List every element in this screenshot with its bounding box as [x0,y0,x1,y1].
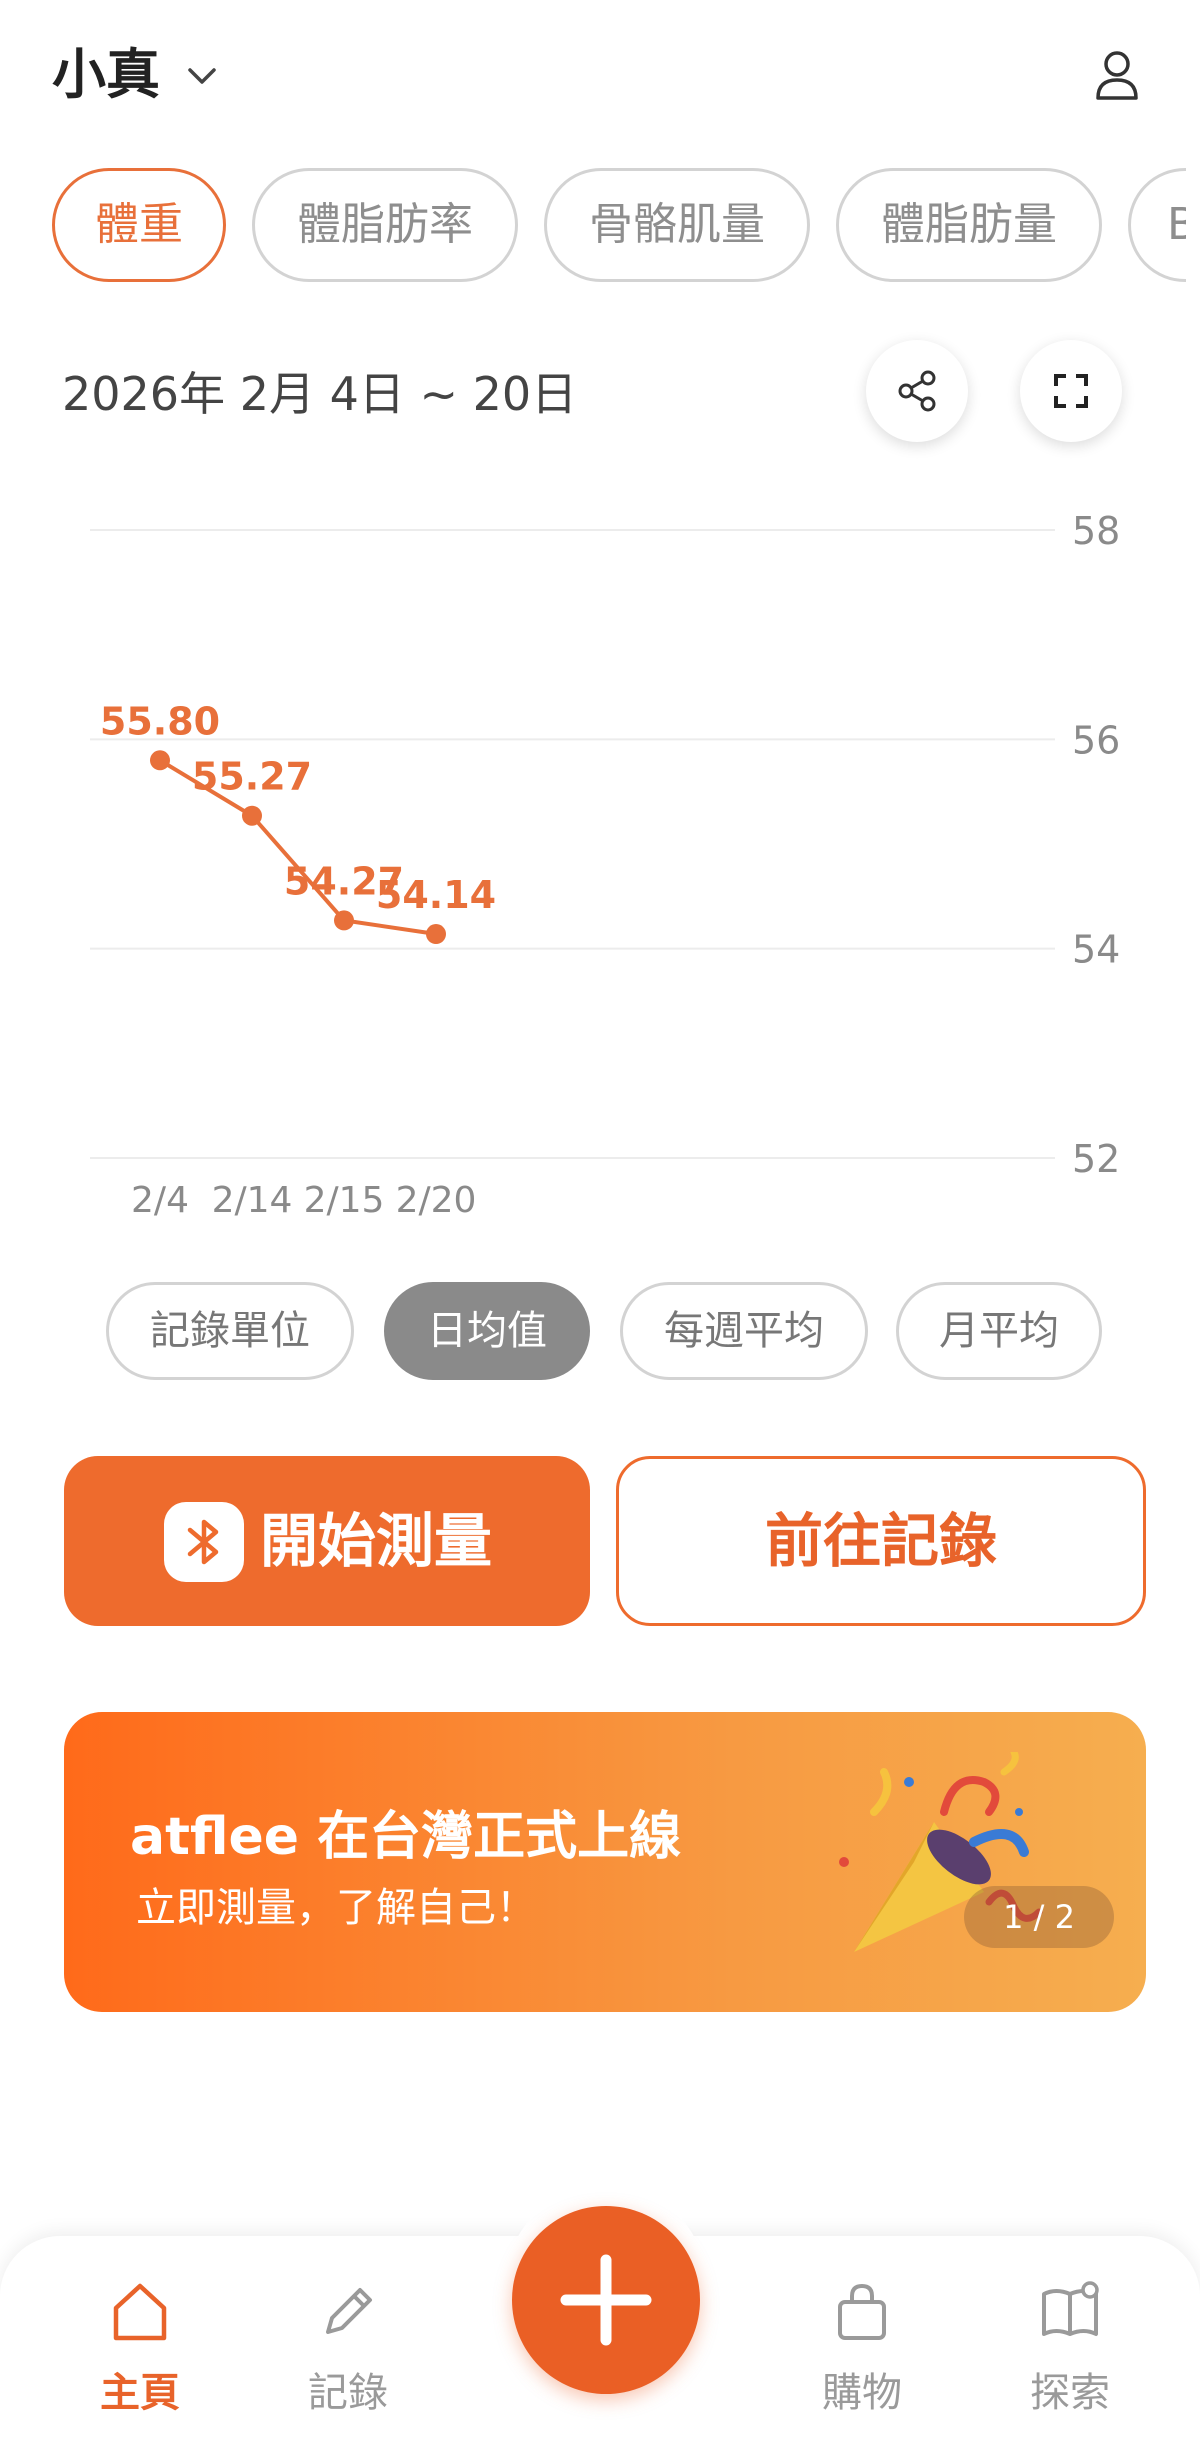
share-icon [898,370,936,412]
banner-subtitle: 立即測量，了解自己！ [136,1885,536,1931]
chart-x-tick-label: 2/14 [212,1180,293,1221]
chart-data-point [242,805,262,826]
bluetooth-icon [187,1519,219,1565]
metric-tab-skeletal-muscle[interactable]: 骨骼肌量 [544,168,810,282]
metric-tab-more[interactable]: B [1128,168,1186,282]
fullscreen-button[interactable] [1020,340,1122,442]
banner-title: atflee 在台灣正式上線 [130,1807,682,1867]
nav-label-records: 記錄 [308,2370,388,2416]
metric-tab-body-fat-mass[interactable]: 體脂肪量 [836,168,1102,282]
agg-tab-record-unit[interactable]: 記錄單位 [106,1282,354,1380]
agg-tab-monthly-average[interactable]: 月平均 [896,1282,1102,1380]
profile-name[interactable]: 小真 [52,40,160,110]
nav-label-home: 主頁 [100,2370,180,2416]
aggregation-tabs: 記錄單位 日均值 每週平均 月平均 [106,1282,1106,1380]
chart-data-point [426,924,446,945]
bluetooth-badge [164,1502,244,1582]
chart-x-tick-label: 2/20 [396,1180,477,1221]
pencil-icon [326,2288,372,2334]
chart-x-tick-label: 2/4 [131,1180,189,1221]
start-measure-label: 開始測量 [260,1507,493,1575]
chart-data-point [334,910,354,931]
metric-tab-body-fat-rate[interactable]: 體脂肪率 [252,168,518,282]
chart-x-tick-label: 2/15 [304,1180,385,1221]
nav-item-explore[interactable]: 探索 [995,2278,1145,2438]
nav-label-shopping: 購物 [822,2370,902,2416]
chart-data-label: 55.80 [100,699,220,743]
weight-line-chart: 5856545255.8055.2754.2754.142/4 2/14 2/15 2… [90,509,1120,1221]
nav-label-explore: 探索 [1030,2370,1110,2416]
chart-data-label: 55.27 [192,755,312,799]
shopping-bag-icon [838,2283,886,2340]
chart-y-tick-label: 58 [1072,509,1120,553]
nav-item-shopping[interactable]: 購物 [787,2278,937,2438]
metric-tabs: 體重 體脂肪率 骨骼肌量 體脂肪量 B [52,168,1186,284]
add-button[interactable] [512,2206,700,2394]
weight-chart: 58 56 54 52 55.80 55.27 54.27 54.14 2/4 2/14 2/15 2… [0,490,1200,1230]
share-button[interactable] [866,340,968,442]
nav-item-home[interactable]: 主頁 [65,2278,215,2438]
chart-y-tick-label: 56 [1072,718,1120,762]
date-range: 2026年 2月 4日 ~ 20日 [62,367,578,421]
promo-banner[interactable]: atflee 在台灣正式上線 立即測量，了解自己！ 1 / 2 [64,1712,1146,2012]
chevron-down-icon[interactable] [184,58,220,94]
agg-tab-daily-average[interactable]: 日均值 [384,1282,590,1380]
plus-icon [560,2254,652,2346]
chart-data-point [150,750,170,771]
start-measure-button[interactable]: 開始測量 [64,1456,590,1626]
header: 小真 [52,40,1148,110]
nav-item-records[interactable]: 記錄 [273,2278,423,2438]
metric-tab-weight[interactable]: 體重 [52,168,226,282]
home-icon [113,2283,167,2341]
go-to-records-button[interactable]: 前往記錄 [616,1456,1146,1626]
chart-data-label: 54.14 [376,873,496,917]
user-icon[interactable] [1086,44,1148,106]
chart-y-tick-label: 54 [1072,928,1120,972]
fullscreen-icon [1054,374,1088,408]
chart-y-tick-label: 52 [1072,1137,1120,1181]
agg-tab-weekly-average[interactable]: 每週平均 [620,1282,868,1380]
banner-pager: 1 / 2 [964,1886,1114,1948]
book-icon [1042,2281,1099,2336]
